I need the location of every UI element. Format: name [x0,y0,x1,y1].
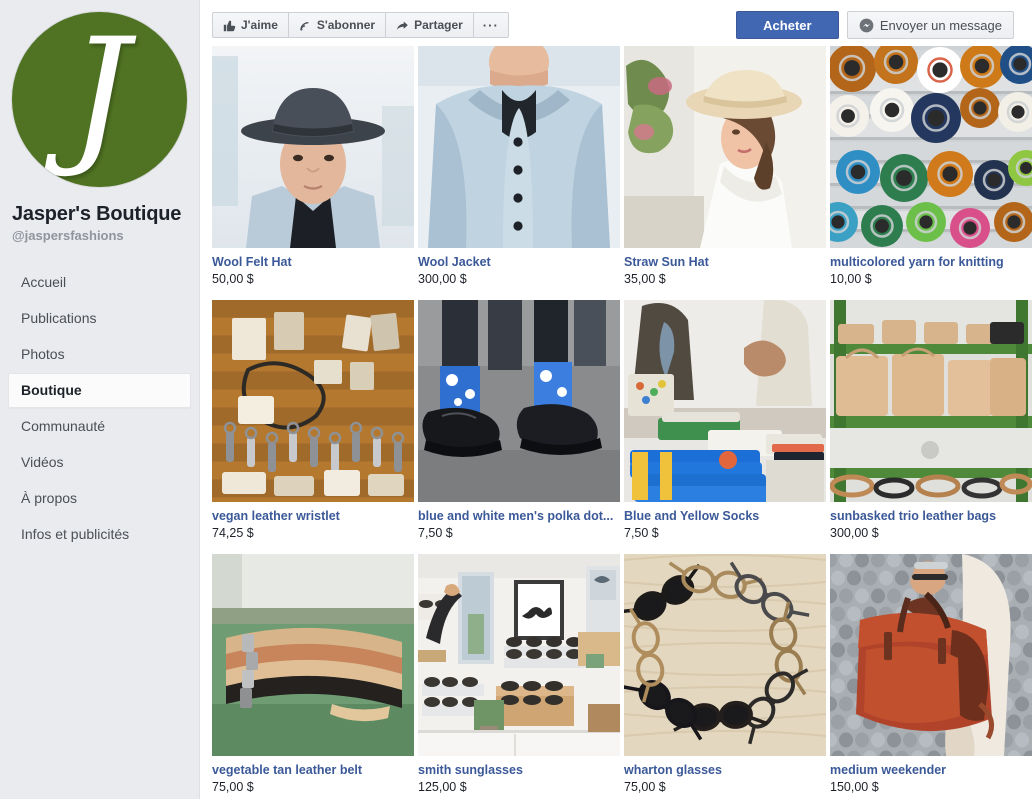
share-button[interactable]: Partager [386,12,474,38]
product-card[interactable]: blue and white men's polka dot... 7,50 $ [418,300,620,541]
sidebar-item-label: Communauté [21,418,106,434]
product-name[interactable]: Blue and Yellow Socks [624,509,826,524]
product-image[interactable] [212,554,414,756]
product-name[interactable]: vegetable tan leather belt [212,763,414,778]
follow-button[interactable]: S'abonner [288,12,387,38]
sidebar-item-boutique[interactable]: Boutique [8,373,191,408]
product-card[interactable]: Wool Felt Hat 50,00 $ [212,46,414,287]
product-card[interactable]: Straw Sun Hat 35,00 $ [624,46,826,287]
ellipsis-icon: ··· [482,17,499,33]
product-grid: Wool Felt Hat 50,00 $ Wool Jacket 300,00 $ [200,42,1035,808]
product-name[interactable]: vegan leather wristlet [212,509,414,524]
product-card[interactable]: Wool Jacket 300,00 $ [418,46,620,287]
follow-label: S'abonner [316,18,376,32]
product-price: 150,00 $ [830,780,879,794]
product-image[interactable] [212,46,414,248]
sidebar-nav: Accueil Publications Photos Boutique Communa… [0,265,199,552]
product-image[interactable] [418,300,620,502]
sidebar-item-label: Vidéos [21,454,64,470]
avatar[interactable]: J [12,12,187,187]
share-arrow-icon [396,19,409,32]
sidebar-item-propos[interactable]: À propos [8,481,191,516]
thumbs-up-icon [223,19,236,32]
sidebar-item-label: Infos et publicités [21,526,130,542]
sidebar-item-label: Boutique [21,382,82,398]
like-label: J'aime [241,18,278,32]
product-price: 75,00 $ [624,780,666,794]
more-options-button[interactable]: ··· [473,12,509,38]
product-price: 7,50 $ [624,526,659,540]
sidebar-item-label: Accueil [21,274,67,290]
sidebar-item-publications[interactable]: Publications [8,301,191,336]
product-card[interactable]: medium weekender 150,00 $ [830,554,1032,795]
product-name[interactable]: Wool Jacket [418,255,620,270]
product-card[interactable]: sunbasked trio leather bags 300,00 $ [830,300,1032,541]
sidebar-item-vid-os[interactable]: Vidéos [8,445,191,480]
like-button[interactable]: J'aime [212,12,289,38]
product-name[interactable]: medium weekender [830,763,1032,778]
product-image[interactable] [830,554,1032,756]
product-image[interactable] [830,300,1032,502]
social-button-group: J'aime S'abonner Partager ··· [212,12,509,38]
product-name[interactable]: smith sunglasses [418,763,620,778]
product-price: 300,00 $ [418,272,467,286]
product-price: 74,25 $ [212,526,254,540]
page-title: Jasper's Boutique [12,203,182,225]
send-message-button[interactable]: Envoyer un message [846,11,1014,39]
page-action-toolbar: J'aime S'abonner Partager ··· Acheter En… [200,0,1035,42]
rss-follow-icon [299,19,312,32]
page-sidebar: J Jasper's Boutique @jaspersfashions Acc… [0,0,200,799]
product-card[interactable]: multicolored yarn for knitting 10,00 $ [830,46,1032,287]
product-price: 35,00 $ [624,272,666,286]
messenger-icon [859,18,874,33]
sidebar-item-accueil[interactable]: Accueil [8,265,191,300]
logo-letter: J [69,12,130,181]
page-handle: @jaspersfashions [12,228,124,243]
facebook-page-shop: J Jasper's Boutique @jaspersfashions Acc… [0,0,1035,799]
sidebar-item-label: À propos [21,490,78,506]
product-image[interactable] [624,46,826,248]
product-card[interactable]: smith sunglasses 125,00 $ [418,554,620,795]
product-price: 7,50 $ [418,526,453,540]
product-price: 10,00 $ [830,272,872,286]
product-price: 75,00 $ [212,780,254,794]
product-image[interactable] [624,300,826,502]
share-label: Partager [414,18,463,32]
sidebar-item-infos-et-publicit-s[interactable]: Infos et publicités [8,517,191,552]
product-image[interactable] [418,46,620,248]
product-card[interactable]: Blue and Yellow Socks 7,50 $ [624,300,826,541]
product-name[interactable]: Wool Felt Hat [212,255,414,270]
product-card[interactable]: vegetable tan leather belt 75,00 $ [212,554,414,795]
product-price: 125,00 $ [418,780,467,794]
page-avatar-wrapper: J [0,0,199,187]
product-card[interactable]: wharton glasses 75,00 $ [624,554,826,795]
product-name[interactable]: sunbasked trio leather bags [830,509,1032,524]
sidebar-item-label: Publications [21,310,97,326]
buy-button[interactable]: Acheter [735,11,839,39]
product-card[interactable]: vegan leather wristlet 74,25 $ [212,300,414,541]
product-price: 300,00 $ [830,526,879,540]
product-name[interactable]: multicolored yarn for knitting [830,255,1032,270]
product-name[interactable]: wharton glasses [624,763,826,778]
sidebar-item-label: Photos [21,346,65,362]
product-name[interactable]: Straw Sun Hat [624,255,826,270]
sidebar-item-communaut[interactable]: Communauté [8,409,191,444]
product-image[interactable] [418,554,620,756]
sidebar-item-photos[interactable]: Photos [8,337,191,372]
product-name[interactable]: blue and white men's polka dot... [418,509,620,524]
send-message-label: Envoyer un message [879,17,1002,33]
product-price: 50,00 $ [212,272,254,286]
product-image[interactable] [624,554,826,756]
main-content: J'aime S'abonner Partager ··· Acheter En… [200,0,1035,799]
product-image[interactable] [212,300,414,502]
product-image[interactable] [830,46,1032,248]
